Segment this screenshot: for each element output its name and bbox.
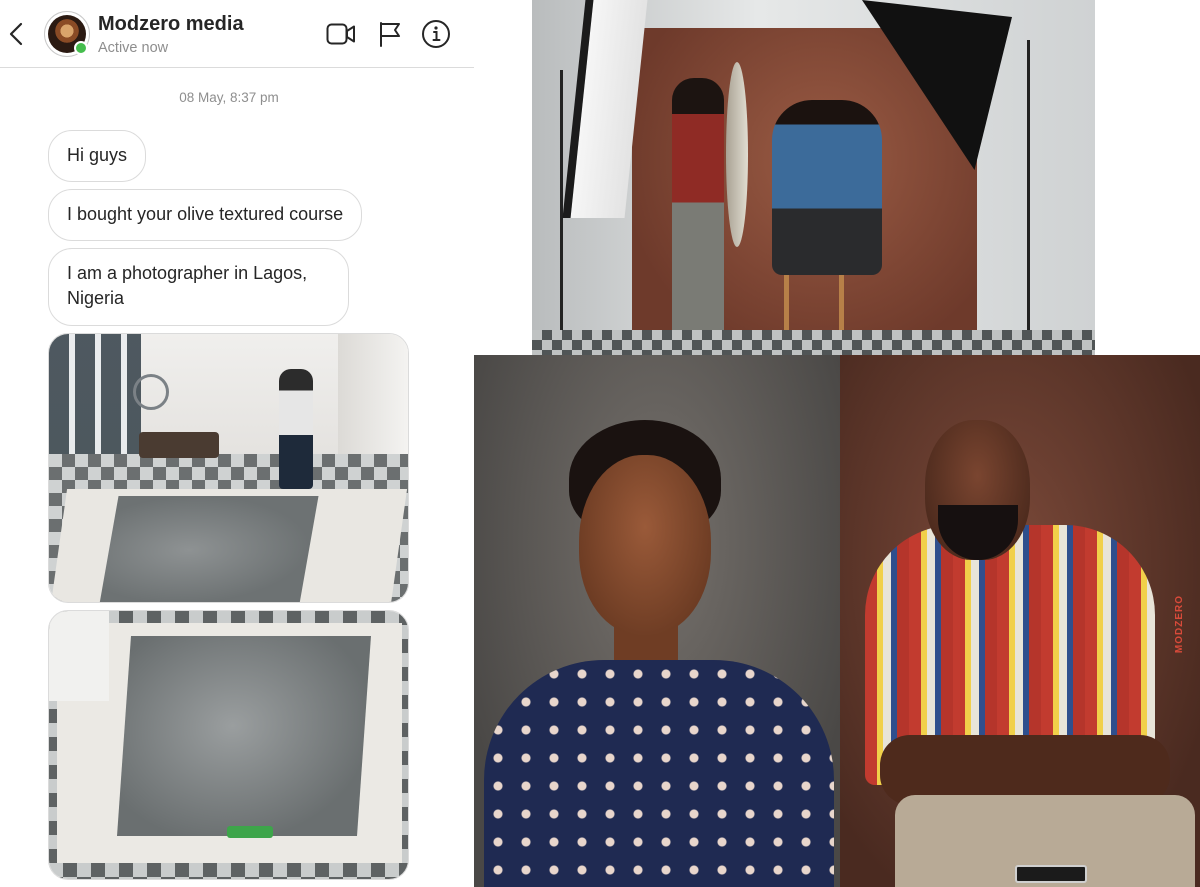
info-icon <box>422 20 450 48</box>
video-camera-icon <box>326 23 355 45</box>
photo-painted-area <box>117 636 371 836</box>
floral-blouse <box>484 660 834 887</box>
contact-status: Active now <box>98 40 169 56</box>
reflector <box>726 62 748 247</box>
studio-setup-photo <box>532 0 1095 355</box>
portrait-man-photo: MODZERO <box>840 355 1200 887</box>
chat-header: Modzero media Active now <box>0 0 474 68</box>
photo-person <box>279 369 313 489</box>
light-stand <box>560 70 563 340</box>
video-call-button[interactable] <box>325 18 357 50</box>
portrait-woman-photo <box>474 355 840 887</box>
message-photo[interactable] <box>48 333 409 603</box>
info-button[interactable] <box>420 18 452 50</box>
message-photo[interactable] <box>48 610 409 880</box>
chevron-left-icon <box>9 22 23 46</box>
photo-sofa <box>139 432 219 458</box>
chat-panel: Modzero media Active now 08 May, 8:37 pm… <box>0 0 474 887</box>
watermark-text: MODZERO <box>1174 595 1185 654</box>
light-stand <box>1027 40 1030 340</box>
phone <box>1015 865 1087 883</box>
report-button[interactable] <box>374 18 406 50</box>
photo-fan <box>133 374 169 410</box>
message-bubble[interactable]: I am a photographer in Lagos, Nigeria <box>48 248 349 326</box>
seated-subject <box>772 100 882 275</box>
photo-broom <box>227 826 273 838</box>
assistant-figure <box>672 78 724 355</box>
studio-floor <box>532 330 1095 355</box>
photo-wall <box>49 611 109 701</box>
message-timestamp: 08 May, 8:37 pm <box>179 90 279 105</box>
contact-name[interactable]: Modzero media <box>98 13 244 36</box>
message-bubble[interactable]: Hi guys <box>48 130 147 182</box>
online-status-dot <box>74 41 88 55</box>
message-bubble[interactable]: I bought your olive textured course <box>48 189 363 241</box>
flag-icon <box>380 22 400 47</box>
back-button[interactable] <box>4 20 28 48</box>
portrait-face <box>579 455 711 635</box>
photo-painted-area <box>99 496 319 602</box>
